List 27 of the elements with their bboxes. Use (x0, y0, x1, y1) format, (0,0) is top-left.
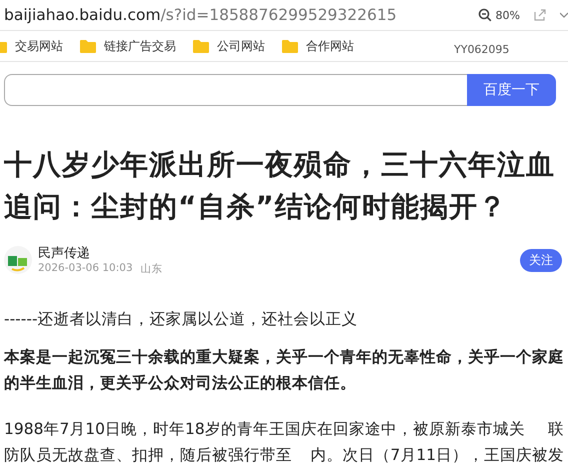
paragraph-line: 内。次日（7月11日），王国庆被发 (310, 445, 564, 466)
logo-icon (4, 246, 32, 274)
author-name[interactable]: 民声传递 (38, 244, 514, 262)
paragraph: ------还逝者以清白，还家属以公道，还社会以正义 (4, 309, 359, 330)
location: 山东 (140, 262, 163, 276)
paragraph: 本案是一起沉冤三十余载的重大疑案，关乎一个青年的无辜性命，关乎一个家庭的半生血泪，更关乎公众对司法公正的根本信任。 (4, 347, 564, 394)
bookmark-link[interactable]: 公司网站 (193, 38, 265, 54)
folder-icon (80, 40, 96, 52)
paragraph-line: 联 (548, 419, 564, 440)
article-title: 十八岁少年派出所一夜殒命，三十六年泣血追问：尘封的“自杀”结论何时能揭开？ (4, 147, 556, 225)
bookmark-note: YY062095 (454, 43, 510, 56)
bookmark-link[interactable]: 链接广告交易 (80, 38, 176, 54)
zoom-level: 80% (496, 8, 520, 22)
folder-icon (282, 40, 298, 52)
search-field[interactable] (4, 74, 467, 106)
paragraph-line: 防队员无故盘查、扣押，随后被强行带至 (4, 445, 292, 466)
bookmark-link[interactable]: 合作网站 (282, 38, 354, 54)
paragraph-line: 1988年7月10日晚，时年18岁的青年王国庆在回家途中，被原新泰市城关 (4, 419, 525, 440)
search-button[interactable]: 百度一下 (467, 74, 556, 106)
share-icon[interactable] (534, 9, 546, 21)
bookmark-link[interactable]: 交易网站 (0, 38, 63, 54)
zoom-icon[interactable] (478, 8, 492, 22)
publish-date: 2026-03-06 10:03 (38, 262, 133, 276)
chevron-icon[interactable] (560, 12, 568, 18)
follow-button[interactable]: 关注 (520, 248, 562, 272)
folder-icon (193, 40, 209, 52)
url-field[interactable]: baijiahao.baidu.com/s?id=1858876299529322615 (4, 6, 478, 24)
